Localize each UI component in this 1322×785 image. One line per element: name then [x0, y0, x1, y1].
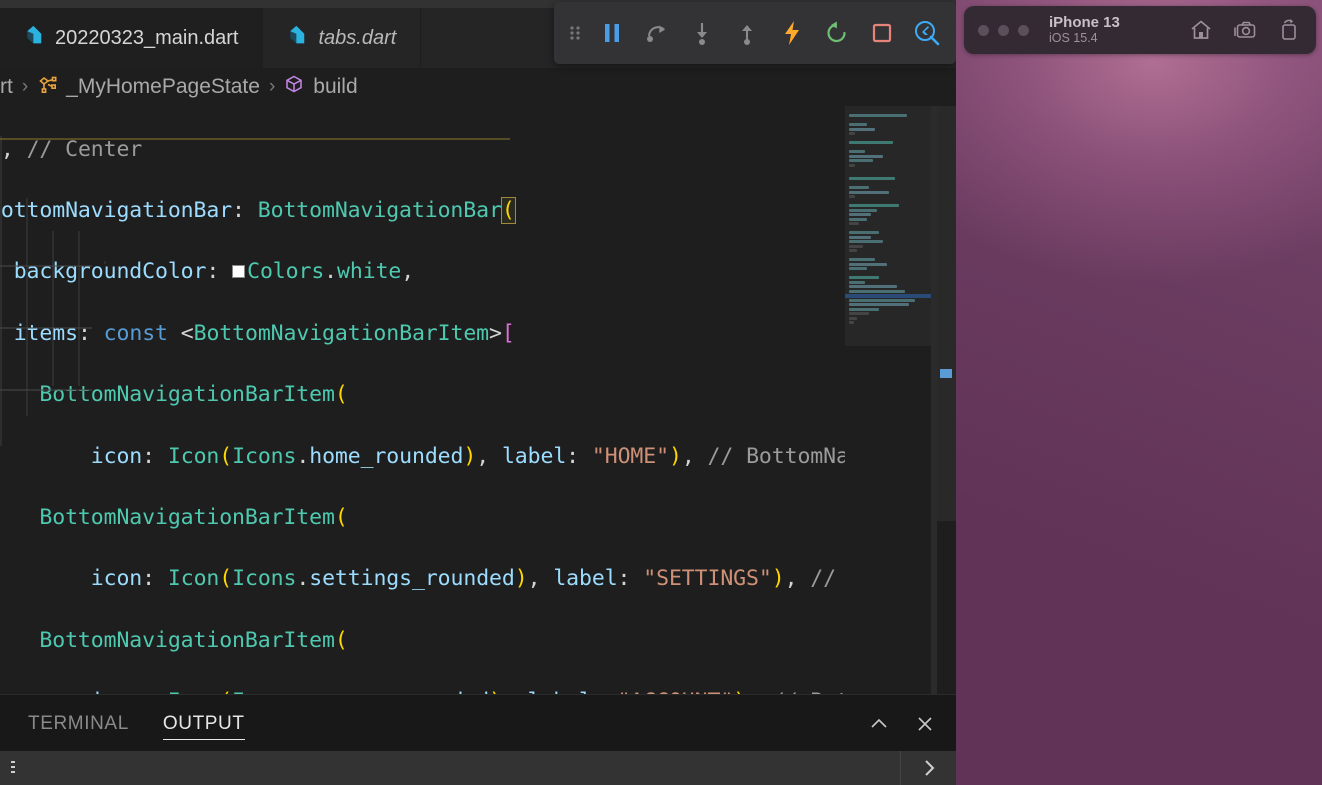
code-content: ), // Center bottomNavigationBar: Bottom… — [0, 106, 845, 694]
breadcrumb: rt › _MyHomePageState › build — [0, 68, 956, 106]
stop-icon[interactable] — [860, 10, 905, 56]
scrollbar-marker — [940, 369, 952, 378]
breadcrumb-class-label: _MyHomePageState — [66, 75, 260, 98]
bottom-panel: TERMINAL OUTPUT — [0, 694, 956, 751]
more-vertical-icon[interactable] — [0, 759, 26, 777]
panel-tab-label: TERMINAL — [28, 712, 129, 734]
panel-input-strip — [0, 751, 956, 785]
editor-tab-tabs-dart[interactable]: tabs.dart — [263, 8, 422, 68]
code-editor: ), // Center bottomNavigationBar: Bottom… — [0, 106, 956, 694]
code-line: backgroundColor: Colors.white, — [13, 259, 415, 285]
editor-tab-main-dart[interactable]: 20220323_main.dart — [0, 8, 264, 68]
code-text-area[interactable]: ), // Center bottomNavigationBar: Bottom… — [0, 106, 845, 694]
code-line: bottomNavigationBar: BottomNavigationBar… — [0, 197, 516, 225]
panel-tab-output[interactable]: OUTPUT — [162, 695, 245, 752]
editor-tab-label: tabs.dart — [318, 26, 397, 49]
ios-simulator: iPhone 13 iOS 15.4 — [956, 0, 1322, 785]
minimap[interactable] — [845, 106, 937, 694]
step-over-icon[interactable] — [634, 10, 679, 56]
flutter-inspector-icon[interactable] — [905, 10, 950, 56]
rotate-icon[interactable] — [1276, 17, 1302, 43]
step-out-icon[interactable] — [725, 10, 770, 56]
dart-icon — [285, 25, 306, 52]
breadcrumb-separator: › — [268, 76, 276, 97]
simulator-os-version: iOS 15.4 — [1049, 31, 1098, 46]
debug-toolbar[interactable] — [554, 2, 956, 64]
home-icon[interactable] — [1188, 17, 1214, 43]
code-line: BottomNavigationBarItem( — [39, 505, 348, 531]
minimap-current-line — [845, 294, 937, 298]
editor-scrollbar[interactable] — [937, 106, 956, 694]
maximize-window-button[interactable] — [1018, 24, 1029, 36]
code-line: ), // Center — [0, 136, 143, 162]
simulator-device-info: iPhone 13 iOS 15.4 — [1049, 13, 1120, 46]
breadcrumb-class[interactable]: _MyHomePageState — [37, 74, 260, 100]
screenshot-icon[interactable] — [1232, 17, 1258, 43]
hot-restart-icon[interactable] — [815, 10, 860, 56]
chevron-up-icon[interactable] — [866, 711, 892, 737]
code-line: icon: Icon(Icons.person_rounded), label:… — [0, 687, 845, 694]
vscode-window: 20220323_main.dart tabs.dart rt › _MyHom… — [0, 0, 956, 785]
dart-icon — [22, 25, 43, 52]
panel-tab-terminal[interactable]: TERMINAL — [28, 695, 129, 752]
breadcrumb-file[interactable]: rt — [0, 75, 13, 99]
pause-icon[interactable] — [589, 10, 634, 56]
close-window-button[interactable] — [978, 24, 989, 36]
scrollbar-thumb[interactable] — [937, 106, 956, 521]
breadcrumb-file-label: rt — [0, 75, 13, 98]
breadcrumb-separator: › — [21, 76, 29, 97]
simulator-device-name: iPhone 13 — [1049, 13, 1120, 31]
panel-actions — [866, 695, 938, 752]
drag-handle-icon[interactable] — [560, 10, 589, 56]
minimize-window-button[interactable] — [998, 24, 1009, 36]
breadcrumb-method-label: build — [313, 75, 358, 98]
chevron-right-icon[interactable] — [900, 751, 956, 785]
app-root: 20220323_main.dart tabs.dart rt › _MyHom… — [0, 0, 1322, 785]
panel-tab-label: OUTPUT — [162, 712, 245, 734]
code-line: items: const <BottomNavigationBarItem>[ — [13, 320, 515, 346]
simulator-actions — [1188, 17, 1302, 43]
class-symbol-icon — [37, 74, 57, 100]
step-into-icon[interactable] — [680, 10, 725, 56]
window-controls — [978, 24, 1029, 36]
code-line: BottomNavigationBarItem( — [39, 627, 348, 653]
editor-tab-label: 20220323_main.dart — [55, 26, 239, 49]
simulator-title-bar[interactable]: iPhone 13 iOS 15.4 — [964, 6, 1316, 54]
code-line: icon: Icon(Icons.home_rounded), label: "… — [90, 443, 845, 469]
color-swatch — [232, 264, 246, 278]
code-line: BottomNavigationBarItem( — [39, 382, 348, 408]
panel-tab-list: TERMINAL OUTPUT — [0, 695, 956, 752]
close-icon[interactable] — [912, 711, 938, 737]
code-line: icon: Icon(Icons.settings_rounded), labe… — [90, 566, 836, 592]
hot-reload-icon[interactable] — [770, 10, 815, 56]
method-symbol-icon — [284, 74, 304, 100]
breadcrumb-method[interactable]: build — [284, 74, 358, 100]
